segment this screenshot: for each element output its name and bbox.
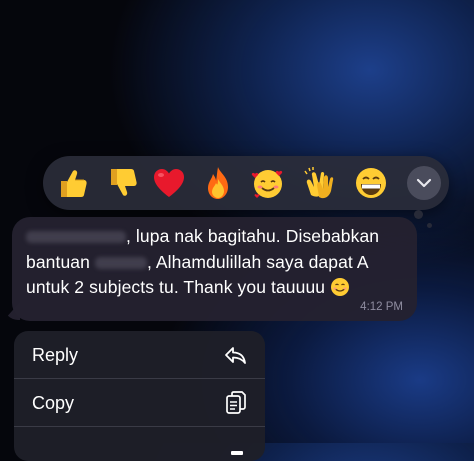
reaction-bar-tail xyxy=(414,210,423,219)
reaction-bar xyxy=(43,156,449,210)
thumbs-down-icon[interactable] xyxy=(103,165,139,201)
menu-item-partial[interactable] xyxy=(14,427,265,461)
context-menu: Reply Copy xyxy=(14,331,265,461)
message-line-1: , lupa nak bagitahu. Disebabkan xyxy=(26,226,379,247)
more-reactions-button[interactable] xyxy=(407,166,441,200)
message-line-2: bantuan , Alhamdulillah saya dapat A xyxy=(26,252,369,272)
heart-icon[interactable] xyxy=(151,165,187,201)
smiling-face-with-hearts-icon[interactable] xyxy=(250,165,286,201)
menu-item-label: Reply xyxy=(32,344,79,365)
fire-icon[interactable] xyxy=(200,165,236,201)
copy-icon xyxy=(225,390,247,416)
clapping-hands-icon[interactable] xyxy=(301,165,337,201)
menu-item-label: Copy xyxy=(32,392,75,413)
thumbs-up-icon[interactable] xyxy=(53,165,89,201)
message-bubble[interactable]: , lupa nak bagitahu. Disebabkan bantuan … xyxy=(12,217,417,321)
pin-icon xyxy=(227,441,247,461)
message-timestamp: 4:12 PM xyxy=(360,301,403,313)
smiling-face-icon xyxy=(331,278,350,296)
menu-item-reply[interactable]: Reply xyxy=(14,331,265,379)
redacted-name xyxy=(26,231,126,244)
grinning-face-icon[interactable] xyxy=(353,165,389,201)
menu-item-copy[interactable]: Copy xyxy=(14,379,265,427)
redacted-name xyxy=(94,257,147,270)
message-line-3: untuk 2 subjects tu. Thank you tauuuu xyxy=(26,277,350,298)
reply-arrow-icon xyxy=(223,345,247,365)
reaction-bar-tail-small xyxy=(427,223,432,228)
chevron-down-icon xyxy=(416,178,432,188)
